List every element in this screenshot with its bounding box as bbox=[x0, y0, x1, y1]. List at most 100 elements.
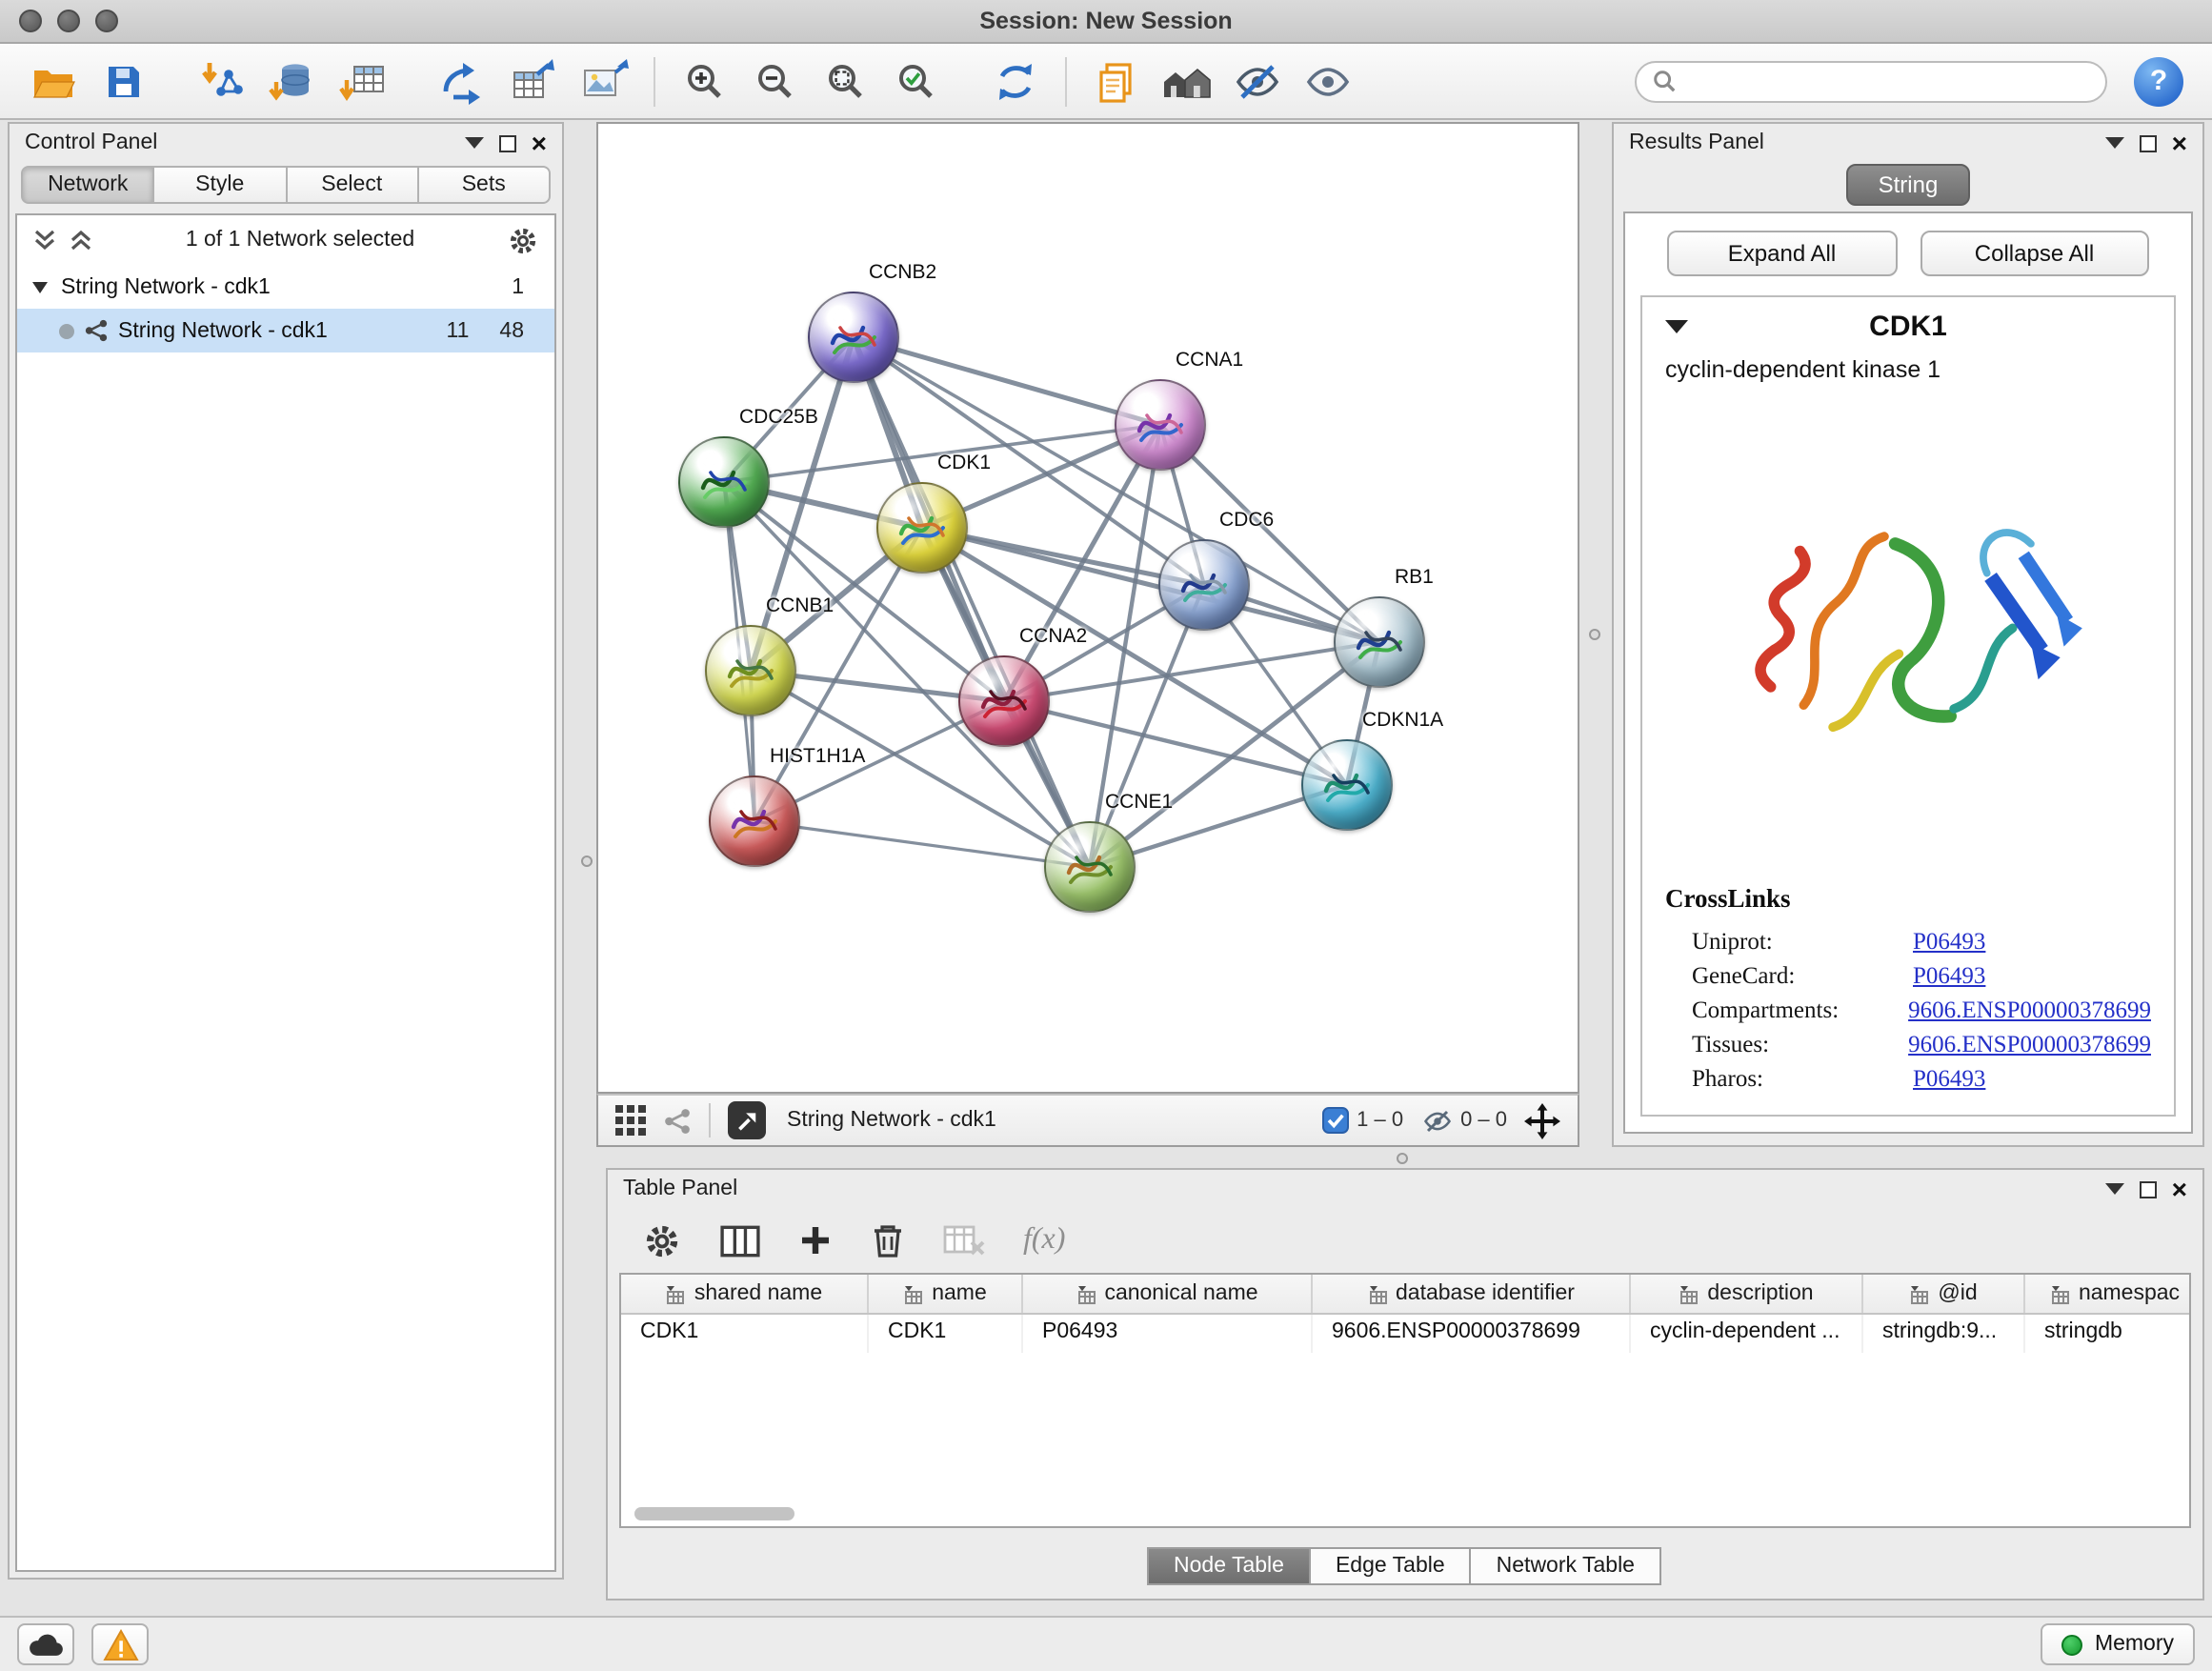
tab-network-table[interactable]: Network Table bbox=[1470, 1547, 1661, 1585]
close-panel-icon[interactable]: × bbox=[532, 133, 547, 152]
close-panel-icon[interactable]: × bbox=[2172, 133, 2187, 152]
show-columns-button[interactable] bbox=[720, 1222, 760, 1258]
collapse-section-icon[interactable] bbox=[1665, 320, 1688, 333]
export-network-button[interactable] bbox=[429, 50, 497, 111]
close-window-button[interactable] bbox=[19, 10, 42, 32]
column-header-name[interactable]: name bbox=[869, 1275, 1023, 1313]
network-node-rb1[interactable] bbox=[1334, 596, 1425, 688]
splitter-handle[interactable] bbox=[1589, 629, 1600, 640]
table-settings-button[interactable] bbox=[642, 1220, 682, 1260]
table-cell-database-identifier[interactable]: 9606.ENSP00000378699 bbox=[1313, 1315, 1631, 1353]
warnings-button[interactable] bbox=[91, 1623, 149, 1665]
table-cell-id[interactable]: stringdb:9... bbox=[1863, 1315, 2025, 1353]
memory-button[interactable]: Memory bbox=[2041, 1623, 2195, 1665]
column-header-database-identifier[interactable]: database identifier bbox=[1313, 1275, 1631, 1313]
tab-edge-table[interactable]: Edge Table bbox=[1309, 1547, 1472, 1585]
network-collection-row[interactable]: String Network - cdk1 1 bbox=[17, 265, 554, 309]
maximize-panel-icon[interactable] bbox=[499, 134, 516, 151]
create-column-button[interactable] bbox=[798, 1223, 833, 1258]
maximize-panel-icon[interactable] bbox=[2140, 134, 2157, 151]
network-node-cdc25b[interactable] bbox=[678, 436, 770, 528]
column-header-id[interactable]: @id bbox=[1863, 1275, 2025, 1313]
hide-selected-button[interactable] bbox=[1223, 50, 1292, 111]
delete-column-button[interactable] bbox=[871, 1221, 905, 1259]
tab-style[interactable]: Style bbox=[153, 166, 288, 204]
search-box[interactable] bbox=[1635, 60, 2107, 102]
float-panel-icon[interactable] bbox=[465, 137, 484, 149]
open-in-new-window-button[interactable] bbox=[728, 1101, 766, 1139]
zoom-in-button[interactable] bbox=[671, 50, 739, 111]
export-table-button[interactable] bbox=[499, 50, 568, 111]
expand-all-button[interactable]: Expand All bbox=[1667, 231, 1897, 276]
expand-all-icon[interactable] bbox=[32, 229, 57, 252]
splitter-handle[interactable] bbox=[1397, 1153, 1408, 1164]
share-network-icon[interactable] bbox=[663, 1106, 692, 1135]
network-row[interactable]: String Network - cdk1 11 48 bbox=[17, 309, 554, 352]
table-cell-name[interactable]: CDK1 bbox=[869, 1315, 1023, 1353]
import-table-button[interactable] bbox=[330, 50, 398, 111]
zoom-window-button[interactable] bbox=[95, 10, 118, 32]
hidden-eye-icon[interactable] bbox=[1420, 1106, 1453, 1135]
horizontal-scrollbar[interactable] bbox=[634, 1507, 794, 1520]
export-image-button[interactable] bbox=[570, 50, 638, 111]
selected-checkbox-icon[interactable] bbox=[1322, 1107, 1349, 1134]
gear-icon[interactable] bbox=[507, 224, 539, 256]
network-node-cdc6[interactable] bbox=[1158, 539, 1250, 631]
tab-network[interactable]: Network bbox=[21, 166, 155, 204]
crosslink-value-link[interactable]: P06493 bbox=[1913, 961, 1985, 990]
tab-string[interactable]: String bbox=[1846, 164, 1971, 206]
column-header-description[interactable]: description bbox=[1631, 1275, 1863, 1313]
duplicate-document-button[interactable] bbox=[1082, 50, 1151, 111]
import-network-database-button[interactable] bbox=[259, 50, 328, 111]
column-header-canonical-name[interactable]: canonical name bbox=[1023, 1275, 1313, 1313]
network-node-cdkn1a[interactable] bbox=[1301, 739, 1393, 831]
save-session-button[interactable] bbox=[90, 50, 158, 111]
function-builder-button[interactable]: f(x) bbox=[1023, 1223, 1065, 1258]
zoom-out-button[interactable] bbox=[741, 50, 810, 111]
gene-section-header[interactable]: CDK1 bbox=[1642, 297, 2174, 354]
network-node-cdk1[interactable] bbox=[876, 482, 968, 574]
tab-sets[interactable]: Sets bbox=[417, 166, 552, 204]
column-header-shared-name[interactable]: shared name bbox=[621, 1275, 869, 1313]
network-node-ccna1[interactable] bbox=[1115, 379, 1206, 471]
pan-crosshair-icon[interactable] bbox=[1524, 1102, 1560, 1138]
column-header-namespac[interactable]: namespac bbox=[2025, 1275, 2191, 1313]
tab-select[interactable]: Select bbox=[285, 166, 419, 204]
network-node-ccnb2[interactable] bbox=[808, 292, 899, 383]
search-input[interactable] bbox=[1686, 70, 2090, 92]
birds-eye-view-icon[interactable] bbox=[615, 1105, 646, 1136]
table-cell-namespac[interactable]: stringdb bbox=[2025, 1315, 2191, 1353]
zoom-selected-button[interactable] bbox=[882, 50, 951, 111]
maximize-panel-icon[interactable] bbox=[2140, 1180, 2157, 1198]
network-node-hist1h1a[interactable] bbox=[709, 775, 800, 867]
splitter-handle[interactable] bbox=[581, 856, 593, 867]
table-cell-shared-name[interactable]: CDK1 bbox=[621, 1315, 869, 1353]
zoom-fit-button[interactable] bbox=[812, 50, 880, 111]
network-node-ccna2[interactable] bbox=[958, 655, 1050, 747]
crosslink-value-link[interactable]: 9606.ENSP00000378699 bbox=[1908, 1030, 2151, 1058]
network-node-ccnb1[interactable] bbox=[705, 625, 796, 716]
import-network-file-button[interactable] bbox=[189, 50, 257, 111]
table-row[interactable]: CDK1CDK1P064939606.ENSP00000378699cyclin… bbox=[621, 1315, 2189, 1353]
cloud-status-button[interactable] bbox=[17, 1623, 74, 1665]
show-all-button[interactable] bbox=[1294, 50, 1362, 111]
float-panel-icon[interactable] bbox=[2105, 1183, 2124, 1195]
network-canvas[interactable]: CCNB2 CCNA1 CDC25B CDK1 CDC6 RB1 CCNB1 C… bbox=[596, 122, 1579, 1094]
first-neighbors-button[interactable] bbox=[1153, 50, 1221, 111]
close-panel-icon[interactable]: × bbox=[2172, 1179, 2187, 1198]
apply-layout-button[interactable] bbox=[981, 50, 1050, 111]
collapse-all-icon[interactable] bbox=[69, 229, 93, 252]
crosslink-value-link[interactable]: P06493 bbox=[1913, 927, 1985, 956]
crosslink-value-link[interactable]: P06493 bbox=[1913, 1064, 1985, 1093]
minimize-window-button[interactable] bbox=[57, 10, 80, 32]
table-cell-description[interactable]: cyclin-dependent ... bbox=[1631, 1315, 1863, 1353]
help-button[interactable]: ? bbox=[2134, 56, 2183, 106]
open-session-button[interactable] bbox=[19, 50, 88, 111]
tab-node-table[interactable]: Node Table bbox=[1147, 1547, 1311, 1585]
tree-expander-icon[interactable] bbox=[32, 281, 48, 292]
table-cell-canonical-name[interactable]: P06493 bbox=[1023, 1315, 1313, 1353]
float-panel-icon[interactable] bbox=[2105, 137, 2124, 149]
crosslink-value-link[interactable]: 9606.ENSP00000378699 bbox=[1908, 996, 2151, 1024]
network-node-ccne1[interactable] bbox=[1044, 821, 1136, 913]
collapse-all-button[interactable]: Collapse All bbox=[1920, 231, 2149, 276]
